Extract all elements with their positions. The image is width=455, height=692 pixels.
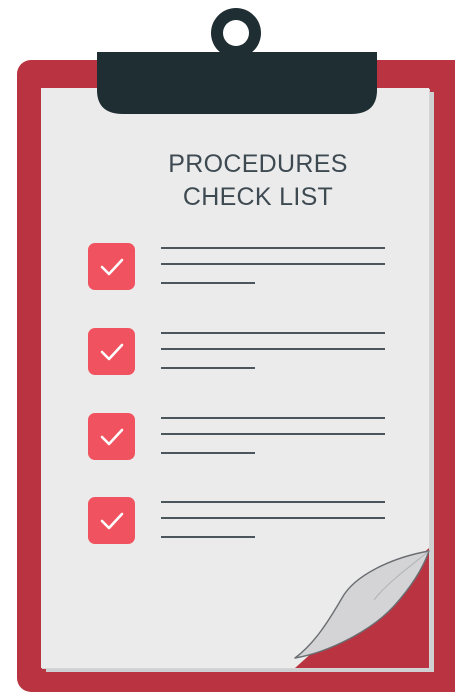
checkmark-icon [100,258,124,276]
clipboard-clip-icon [97,8,377,114]
placeholder-text-line [161,417,385,419]
checkbox-checked[interactable] [88,243,135,290]
checkmark-icon [100,343,124,361]
checklist-item-1 [88,243,388,299]
checklist-title-line-2: CHECK LIST [182,183,334,211]
checklist-item-3 [88,413,388,469]
checkbox-checked[interactable] [88,413,135,460]
checkbox-checked[interactable] [88,328,135,375]
checkbox-checked[interactable] [88,497,135,544]
placeholder-text-line [161,282,255,284]
page-curl-icon [294,548,430,668]
placeholder-text-line [161,348,385,350]
checklist-title-line-1: PROCEDURES [168,150,348,178]
placeholder-text-line [161,367,255,369]
checkmark-icon [100,512,124,530]
placeholder-text-line [161,433,385,435]
placeholder-text-line [161,517,385,519]
placeholder-text-line [161,501,385,503]
checklist-item-4 [88,497,388,553]
placeholder-text-line [161,263,385,265]
placeholder-text-line [161,536,255,538]
placeholder-text-line [161,332,385,334]
checkmark-icon [100,428,124,446]
clipboard-illustration: PROCEDURES CHECK LIST [0,0,455,692]
checklist-item-2 [88,328,388,384]
placeholder-text-line [161,247,385,249]
placeholder-text-line [161,452,255,454]
